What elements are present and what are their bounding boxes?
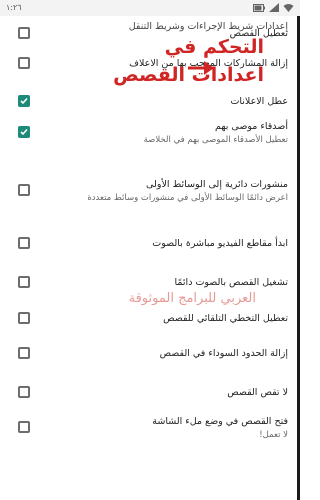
checkbox-unchecked[interactable] bbox=[18, 184, 30, 196]
checkbox-unchecked[interactable] bbox=[18, 57, 30, 69]
setting-title: أصدقاء موصى بهم bbox=[215, 121, 288, 132]
checkbox-unchecked[interactable] bbox=[18, 386, 30, 398]
overlay-title-line1: التحكم في bbox=[164, 36, 264, 58]
watermark: العربي للبرامج الموثوقة bbox=[128, 291, 256, 306]
setting-title: تشغيل القصص بالصوت دائمًا bbox=[174, 277, 288, 288]
checkbox-unchecked[interactable] bbox=[18, 237, 30, 249]
check-icon bbox=[20, 128, 28, 136]
setting-title: فتح القصص في وضع ملء الشاشة bbox=[152, 416, 288, 427]
setting-title: إزالة الحدود السوداء في القصص bbox=[159, 348, 288, 359]
screen: ١:٢٦ إعدادات شريط الإجراءات وشريط التنقل… bbox=[0, 0, 300, 500]
setting-subtitle: اعرض دائمًا الوسائط الأولى في منشورات وس… bbox=[87, 193, 288, 203]
setting-subtitle: لا تعمل! bbox=[259, 430, 288, 440]
setting-title: منشورات دائرية إلى الوسائط الأولى bbox=[146, 179, 288, 190]
screen-edge bbox=[297, 16, 300, 500]
checkbox-unchecked[interactable] bbox=[18, 276, 30, 288]
signal-icon bbox=[269, 3, 279, 12]
battery-icon bbox=[253, 3, 265, 12]
checkbox-unchecked[interactable] bbox=[18, 312, 30, 324]
checkbox-unchecked[interactable] bbox=[18, 347, 30, 359]
wifi-icon bbox=[283, 3, 294, 12]
setting-title: تعطيل التخطي التلقائي للقصص bbox=[163, 313, 288, 324]
checkbox-checked[interactable] bbox=[18, 126, 30, 138]
setting-title: ابدأ مقاطع الفيديو مباشرة بالصوت bbox=[152, 238, 288, 249]
status-left: ١:٢٦ bbox=[6, 3, 22, 12]
setting-title: تعطيل القصص bbox=[229, 28, 288, 39]
checkbox-checked[interactable] bbox=[18, 95, 30, 107]
setting-subtitle: تعطيل الأصدقاء الموصى بهم في الخلاصة bbox=[143, 135, 288, 145]
status-right bbox=[253, 3, 294, 12]
checkbox-unchecked[interactable] bbox=[18, 27, 30, 39]
status-bar: ١:٢٦ bbox=[0, 0, 300, 16]
setting-title: لا تقص القصص bbox=[227, 387, 288, 398]
check-icon bbox=[20, 97, 28, 105]
arrow-right-icon bbox=[186, 58, 216, 78]
setting-title: عطل الاعلانات bbox=[230, 96, 288, 107]
checkbox-unchecked[interactable] bbox=[18, 421, 30, 433]
status-time: ١:٢٦ bbox=[6, 3, 22, 12]
